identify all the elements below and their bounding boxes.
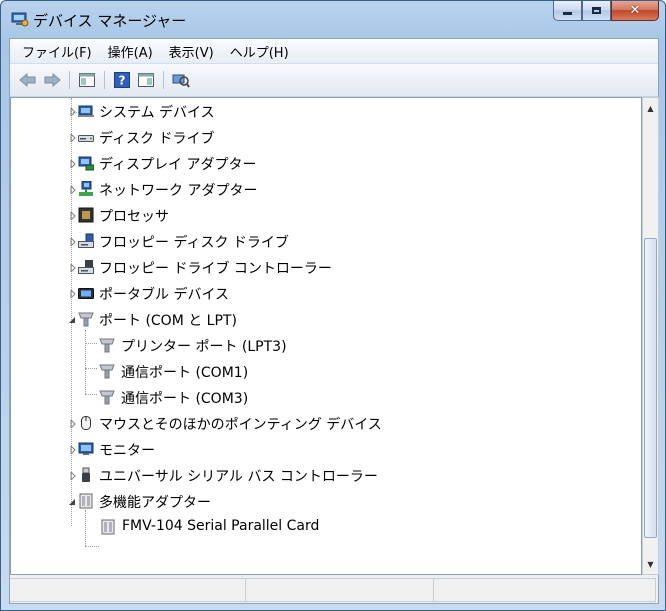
close-icon: ✕: [629, 3, 641, 18]
system-devices-icon: [78, 103, 94, 119]
toolbar: ?: [10, 64, 658, 97]
toolbar-separator: [163, 71, 164, 89]
expand-arrow-icon[interactable]: [69, 263, 77, 272]
menu-help[interactable]: ヘルプ(H): [222, 42, 297, 61]
svg-text:?: ?: [119, 74, 126, 88]
expand-arrow-icon[interactable]: [69, 159, 77, 168]
status-pane: [246, 578, 434, 602]
collapse-arrow-icon[interactable]: [68, 497, 76, 506]
minimize-icon: [563, 12, 572, 15]
expand-arrow-icon[interactable]: [69, 471, 77, 480]
tree-line: [85, 368, 97, 369]
properties-icon[interactable]: [136, 70, 156, 90]
floppy-disk-drive-icon: [78, 233, 94, 249]
port-icon: [99, 337, 115, 353]
device-tree[interactable]: システム デバイス ディスク ドライブ ディスプレイ アダプター ネットワーク …: [10, 97, 642, 575]
expand-arrow-icon[interactable]: [69, 445, 77, 454]
help-icon[interactable]: ?: [112, 70, 132, 90]
menu-bar: ファイル(F) 操作(A) 表示(V) ヘルプ(H): [10, 39, 658, 64]
expand-arrow-icon[interactable]: [69, 133, 77, 142]
status-pane: [10, 578, 246, 602]
tree-line: [85, 330, 86, 394]
menu-file[interactable]: ファイル(F): [14, 42, 100, 61]
usb-icon: [78, 467, 94, 483]
close-button[interactable]: ✕: [611, 1, 659, 21]
disk-drive-icon: [78, 129, 94, 145]
status-bar: [10, 576, 658, 603]
device-manager-icon: [11, 11, 29, 27]
status-pane: [434, 578, 656, 602]
monitor-icon: [78, 441, 94, 457]
menu-view[interactable]: 表示(V): [161, 42, 222, 61]
expand-arrow-icon[interactable]: [69, 419, 77, 428]
multifunction-adapter-icon: [78, 493, 94, 509]
client-area: ファイル(F) 操作(A) 表示(V) ヘルプ(H) ? システム デバイス デ…: [9, 38, 659, 604]
maximize-button[interactable]: [582, 1, 611, 21]
forward-arrow-icon[interactable]: [42, 70, 62, 90]
expand-arrow-icon[interactable]: [69, 211, 77, 220]
scroll-down-arrow-icon[interactable]: ▼: [643, 556, 658, 573]
tree-line: [85, 546, 99, 547]
port-icon: [78, 311, 94, 327]
device-manager-window: デバイス マネージャー ✕ ファイル(F) 操作(A) 表示(V) ヘルプ(H): [0, 0, 666, 611]
display-adapter-icon: [78, 155, 94, 171]
toolbar-separator: [69, 71, 70, 89]
tree-line: [85, 394, 97, 395]
minimize-button[interactable]: [553, 1, 582, 21]
expand-arrow-icon[interactable]: [69, 185, 77, 194]
toolbar-separator: [104, 71, 105, 89]
title-bar[interactable]: デバイス マネージャー ✕: [1, 1, 665, 39]
mouse-icon: [78, 415, 94, 431]
port-icon: [99, 389, 115, 405]
scroll-up-arrow-icon[interactable]: ▲: [643, 100, 658, 117]
expand-arrow-icon[interactable]: [69, 289, 77, 298]
maximize-icon: [592, 7, 601, 14]
port-icon: [99, 363, 115, 379]
floppy-controller-icon: [78, 259, 94, 275]
vertical-scrollbar[interactable]: ▲ ▼: [642, 97, 659, 575]
processor-icon: [78, 207, 94, 223]
multifunction-adapter-icon: [100, 519, 116, 535]
show-hide-console-tree-icon[interactable]: [77, 70, 97, 90]
scan-hardware-icon[interactable]: [171, 70, 191, 90]
window-title: デバイス マネージャー: [33, 12, 187, 30]
portable-device-icon: [78, 285, 94, 301]
network-adapter-icon: [78, 181, 94, 197]
collapse-arrow-icon[interactable]: [68, 315, 76, 324]
expand-arrow-icon[interactable]: [69, 237, 77, 246]
expand-arrow-icon[interactable]: [69, 107, 77, 116]
scrollbar-thumb[interactable]: [644, 238, 657, 538]
tree-line: [85, 343, 97, 344]
tree-line: [85, 510, 86, 546]
back-arrow-icon[interactable]: [18, 70, 38, 90]
menu-action[interactable]: 操作(A): [100, 42, 161, 61]
